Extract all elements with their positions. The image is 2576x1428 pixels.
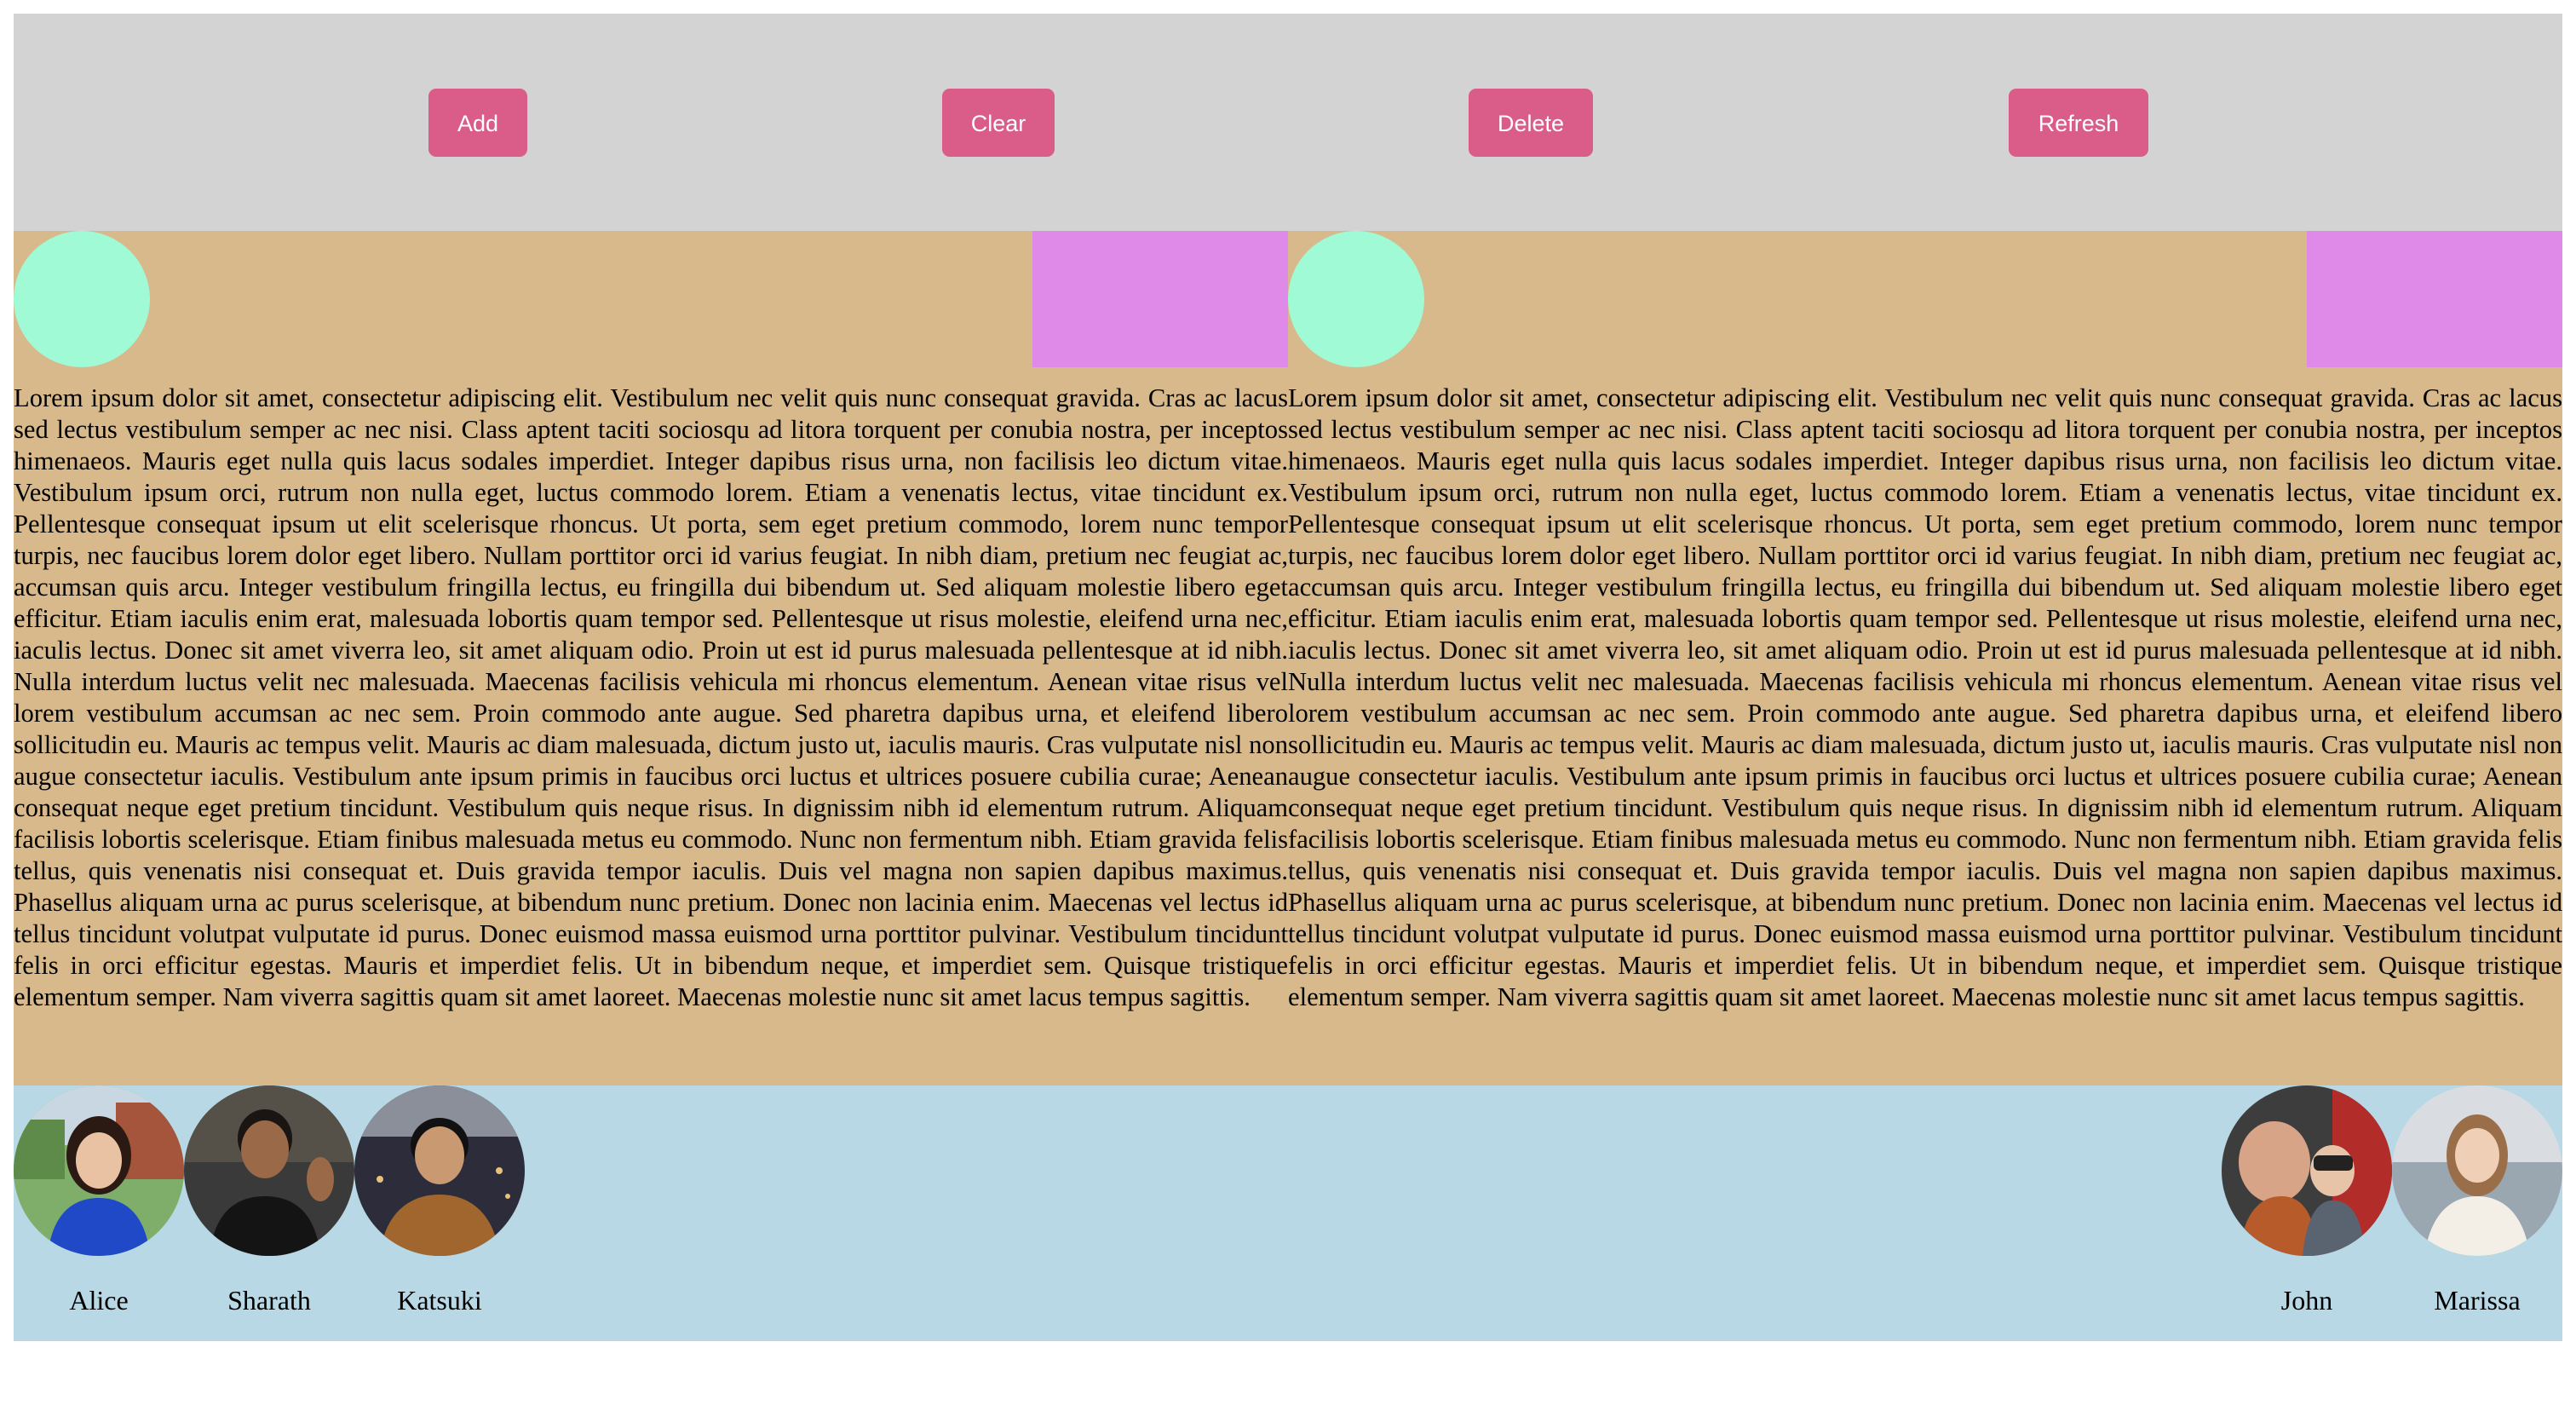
avatar [2392,1085,2562,1256]
person-card-alice[interactable]: Alice [14,1085,184,1316]
person-card-john[interactable]: John [2222,1085,2392,1316]
avatar [354,1085,525,1256]
person-name: Sharath [227,1285,311,1316]
content-column-right: Lorem ipsum dolor sit amet, consectetur … [1288,231,2562,1085]
rectangle-shape [1032,231,1288,367]
content-column-left: Lorem ipsum dolor sit amet, consectetur … [14,231,1288,1085]
page: Add Clear Delete Refresh Lorem ipsum dol… [14,14,2562,1341]
lorem-paragraph: Lorem ipsum dolor sit amet, consectetur … [1288,383,2562,1011]
avatar [184,1085,354,1256]
circle-shape [1288,231,1424,367]
lorem-paragraph: Lorem ipsum dolor sit amet, consectetur … [14,383,1288,1011]
circle-shape [14,231,150,367]
person-name: Alice [69,1285,129,1316]
clear-button[interactable]: Clear [942,89,1055,157]
people-section: Alice Sharath Katsuki John Marissa [14,1085,2562,1341]
delete-button[interactable]: Delete [1469,89,1593,157]
content-section: Lorem ipsum dolor sit amet, consectetur … [14,231,2562,1085]
person-name: Katsuki [397,1285,482,1316]
person-name: John [2280,1285,2333,1316]
add-button[interactable]: Add [428,89,527,157]
person-card-marissa[interactable]: Marissa [2392,1085,2562,1316]
person-card-sharath[interactable]: Sharath [184,1085,354,1316]
rectangle-shape [2307,231,2562,367]
person-card-katsuki[interactable]: Katsuki [354,1085,525,1316]
avatar [2222,1085,2392,1256]
refresh-button[interactable]: Refresh [2009,89,2148,157]
toolbar: Add Clear Delete Refresh [14,14,2562,231]
avatar [14,1085,184,1256]
person-name: Marissa [2434,1285,2521,1316]
